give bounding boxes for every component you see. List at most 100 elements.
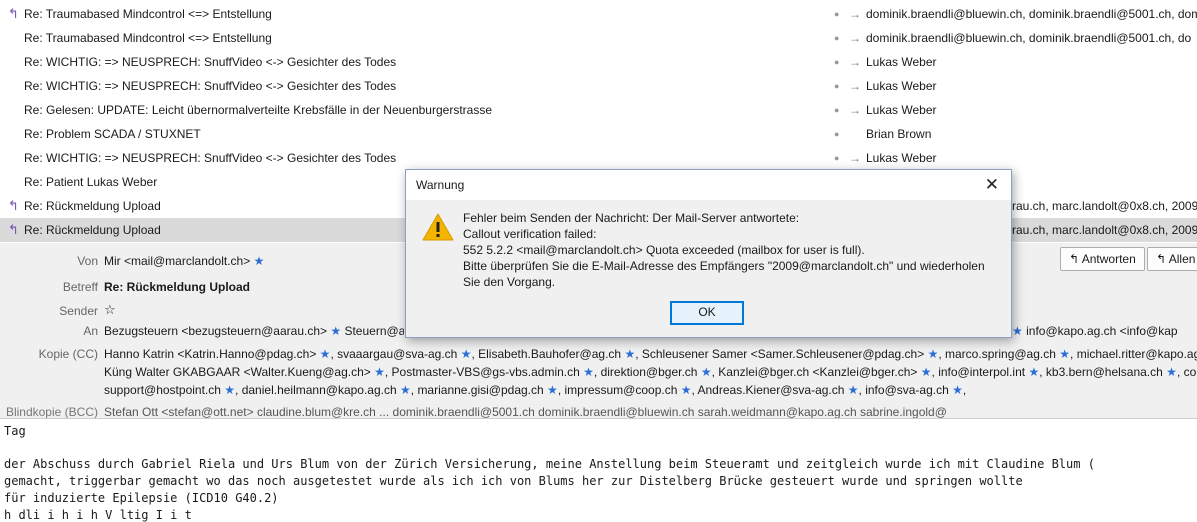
- cc-address[interactable]: marianne.gisi@pdag.ch: [417, 383, 543, 397]
- star-icon[interactable]: ★: [1012, 324, 1023, 338]
- subject-value: Re: Rückmeldung Upload: [104, 280, 251, 294]
- star-icon[interactable]: ★: [224, 383, 235, 397]
- star-icon[interactable]: ★: [848, 383, 859, 397]
- from-value[interactable]: Mir <mail@marclandolt.ch> ★: [104, 254, 264, 268]
- reply-all-button[interactable]: ↰ Allen: [1147, 247, 1197, 271]
- cc-address[interactable]: kb3.bern@helsana.ch: [1046, 365, 1163, 379]
- status-dot-icon[interactable]: ●: [834, 98, 839, 122]
- cc-line-1[interactable]: Hanno Katrin <Katrin.Hanno@pdag.ch> ★, s…: [104, 347, 1197, 361]
- message-row[interactable]: Re: WICHTIG: => NEUSPRECH: SnuffVideo <-…: [0, 146, 1197, 170]
- cc-address[interactable]: michael.ritter@kapo.ag.ch: [1077, 347, 1197, 361]
- dialog-titlebar[interactable]: Warnung ✕: [406, 170, 1011, 200]
- star-icon[interactable]: ★: [320, 347, 331, 361]
- message-recipients: Lukas Weber: [866, 55, 937, 69]
- star-icon[interactable]: ★: [461, 347, 472, 361]
- reply-all-icon: ↰: [1156, 252, 1167, 266]
- status-dot-icon[interactable]: ●: [834, 146, 839, 170]
- star-icon[interactable]: ★: [400, 383, 411, 397]
- message-recipients: rau.ch, marc.landolt@0x8.ch, 2009@: [1012, 223, 1197, 237]
- star-icon[interactable]: ★: [701, 365, 712, 379]
- body-line: Tag: [4, 424, 26, 438]
- cc-address[interactable]: impressum@coop.ch: [564, 383, 677, 397]
- cc-address[interactable]: info@sva-ag.ch: [865, 383, 949, 397]
- message-row[interactable]: Re: Problem SCADA / STUXNET ● Brian Brown: [0, 122, 1197, 146]
- message-subject: Re: Rückmeldung Upload: [24, 223, 161, 237]
- cc-line-3[interactable]: support@hostpoint.ch ★, daniel.heilmann@…: [104, 383, 1197, 397]
- cc-address[interactable]: daniel.heilmann@kapo.ag.ch: [242, 383, 397, 397]
- cc-address[interactable]: svaaargau@sva-ag.ch: [337, 347, 457, 361]
- message-subject: Re: Patient Lukas Weber: [24, 175, 158, 189]
- reply-arrow-icon: ↰: [8, 222, 19, 237]
- cc-address[interactable]: Schleusener Samer <Samer.Schleusener@pda…: [642, 347, 924, 361]
- message-recipients: dominik.braendli@bluewin.ch, dominik.bra…: [866, 31, 1192, 45]
- star-icon[interactable]: ★: [1166, 365, 1177, 379]
- to-label: An: [83, 324, 98, 338]
- status-dot-icon[interactable]: ●: [834, 26, 839, 50]
- message-subject: Re: WICHTIG: => NEUSPRECH: SnuffVideo <-…: [24, 79, 397, 93]
- forward-arrow-icon: →: [849, 55, 861, 69]
- to-value[interactable]: Bezugsteuern <bezugsteuern@aarau.ch> ★ S…: [104, 324, 404, 338]
- star-outline-icon[interactable]: ☆: [104, 302, 116, 318]
- cc-address[interactable]: marco.spring@ag.ch: [945, 347, 1056, 361]
- reply-arrow-icon: ↰: [8, 6, 19, 21]
- star-icon[interactable]: ★: [928, 347, 939, 361]
- message-row[interactable]: ↰ Re: Traumabased Mindcontrol <=> Entstel…: [0, 2, 1197, 26]
- reply-button[interactable]: ↰ Antworten: [1060, 247, 1145, 271]
- star-icon[interactable]: ★: [374, 365, 385, 379]
- dialog-line: Bitte überprüfen Sie die E-Mail-Adresse …: [463, 259, 985, 273]
- status-dot-icon[interactable]: ●: [834, 50, 839, 74]
- message-subject: Re: Gelesen: UPDATE: Leicht übernormalve…: [24, 103, 492, 117]
- ok-button[interactable]: OK: [670, 301, 744, 325]
- forward-arrow-icon: →: [849, 151, 861, 165]
- star-icon[interactable]: ★: [681, 383, 692, 397]
- cc-address[interactable]: Andreas.Kiener@sva-ag.ch: [698, 383, 845, 397]
- cc-address[interactable]: Kanzlei@bger.ch <Kanzlei@bger.ch>: [718, 365, 917, 379]
- cc-address[interactable]: info@interpol.int: [938, 365, 1025, 379]
- message-recipients: Lukas Weber: [866, 103, 937, 117]
- cc-address[interactable]: Hanno Katrin <Katrin.Hanno@pdag.ch>: [104, 347, 316, 361]
- message-row[interactable]: Re: WICHTIG: => NEUSPRECH: SnuffVideo <-…: [0, 74, 1197, 98]
- body-line: für induzierte Epilepsie (ICD10 G40.2): [4, 491, 279, 505]
- cc-address[interactable]: Elisabeth.Bauhofer@ag.ch: [478, 347, 621, 361]
- star-icon[interactable]: ★: [1059, 347, 1070, 361]
- reply-arrow-icon: ↰: [8, 198, 19, 213]
- message-row[interactable]: Re: WICHTIG: => NEUSPRECH: SnuffVideo <-…: [0, 50, 1197, 74]
- forward-arrow-icon: →: [849, 103, 861, 117]
- star-icon[interactable]: ★: [547, 383, 558, 397]
- message-subject: Re: Rückmeldung Upload: [24, 199, 161, 213]
- cc-address[interactable]: support@hostpoint.ch: [104, 383, 221, 397]
- status-dot-icon[interactable]: ●: [834, 2, 839, 26]
- star-icon[interactable]: ★: [583, 365, 594, 379]
- message-recipients: Lukas Weber: [866, 79, 937, 93]
- star-icon[interactable]: ★: [1028, 365, 1039, 379]
- bcc-value[interactable]: Stefan Ott <stefan@ott.net> claudine.blu…: [104, 405, 1197, 419]
- forward-arrow-icon: →: [849, 31, 861, 45]
- star-icon[interactable]: ★: [921, 365, 932, 379]
- from-label: Von: [77, 254, 98, 268]
- status-dot-icon[interactable]: ●: [834, 122, 839, 146]
- message-body[interactable]: Tag der Abschuss durch Gabriel Riela und…: [0, 418, 1197, 522]
- dialog-line: Sie den Vorgang.: [463, 275, 556, 289]
- message-recipients: rau.ch, marc.landolt@0x8.ch, 2009@: [1012, 199, 1197, 213]
- cc-address[interactable]: Küng Walter GKABGAAR <Walter.Kueng@ag.ch…: [104, 365, 371, 379]
- cc-address[interactable]: direktion@bger.ch: [601, 365, 698, 379]
- message-row[interactable]: Re: Gelesen: UPDATE: Leicht übernormalve…: [0, 98, 1197, 122]
- to-tail[interactable]: ★ info@kapo.ag.ch <info@kap: [1012, 324, 1197, 338]
- dialog-line: Callout verification failed:: [463, 227, 597, 241]
- message-subject: Re: Problem SCADA / STUXNET: [24, 127, 201, 141]
- cc-label: Kopie (CC): [38, 347, 98, 361]
- star-icon[interactable]: ★: [952, 383, 963, 397]
- cc-line-2[interactable]: Küng Walter GKABGAAR <Walter.Kueng@ag.ch…: [104, 365, 1197, 379]
- body-line: der Abschuss durch Gabriel Riela und Urs…: [4, 457, 1095, 471]
- cc-address[interactable]: contac: [1184, 365, 1197, 379]
- star-icon[interactable]: ★: [330, 324, 341, 338]
- message-recipients: Brian Brown: [866, 127, 932, 141]
- star-icon[interactable]: ★: [624, 347, 635, 361]
- star-icon[interactable]: ★: [254, 254, 265, 268]
- warning-triangle-icon: [422, 213, 454, 241]
- message-row[interactable]: Re: Traumabased Mindcontrol <=> Entstell…: [0, 26, 1197, 50]
- status-dot-icon[interactable]: ●: [834, 74, 839, 98]
- message-subject: Re: WICHTIG: => NEUSPRECH: SnuffVideo <-…: [24, 151, 397, 165]
- cc-address[interactable]: Postmaster-VBS@gs-vbs.admin.ch: [392, 365, 580, 379]
- close-icon[interactable]: ✕: [985, 175, 999, 195]
